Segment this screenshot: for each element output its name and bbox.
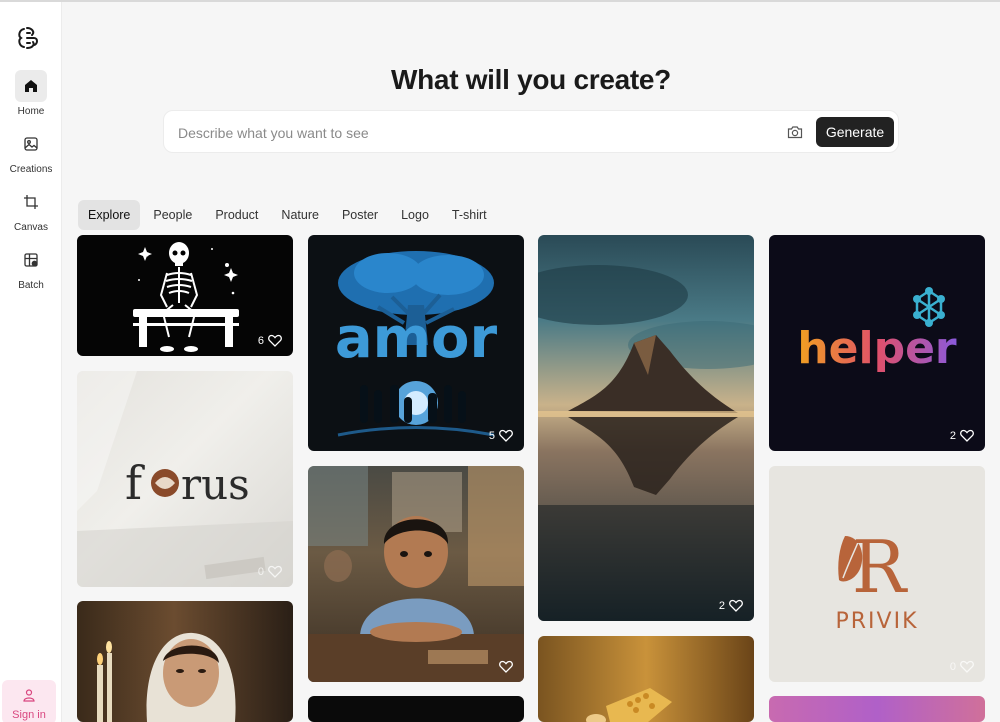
classroom-boy-image xyxy=(308,466,524,682)
home-icon xyxy=(15,70,47,102)
sign-in-button[interactable]: Sign in xyxy=(2,680,56,722)
sidebar-item-creations[interactable]: Creations xyxy=(0,128,62,182)
tab-poster[interactable]: Poster xyxy=(332,200,388,230)
gallery-card-forus[interactable]: f rus 0 xyxy=(77,371,293,587)
gallery-card-amor[interactable]: amor 5 xyxy=(308,235,524,451)
gallery-card-honey[interactable] xyxy=(538,636,754,722)
gallery-card-helper[interactable]: helper 2 xyxy=(769,235,985,451)
camera-icon[interactable] xyxy=(784,121,806,143)
sidebar-item-label: Home xyxy=(17,106,45,117)
category-tabs: Explore People Product Nature Poster Log… xyxy=(78,200,500,230)
tab-people[interactable]: People xyxy=(143,200,202,230)
sidebar-item-label: Canvas xyxy=(14,222,48,233)
gallery-card-pink[interactable] xyxy=(769,696,985,722)
tab-logo[interactable]: Logo xyxy=(391,200,439,230)
generate-button[interactable]: Generate xyxy=(816,117,894,147)
forus-logo-image: f rus xyxy=(77,371,293,587)
mountain-reflection-image xyxy=(538,265,754,621)
image-icon xyxy=(15,128,47,160)
heart-icon xyxy=(960,660,974,673)
heart-icon xyxy=(499,429,513,442)
grid-icon xyxy=(15,244,47,276)
crop-icon xyxy=(15,186,47,218)
like-counter[interactable]: 5 xyxy=(489,429,513,442)
like-counter[interactable]: 2 xyxy=(719,599,743,612)
page-title: What will you create? xyxy=(391,64,671,95)
sidebar-item-label: Batch xyxy=(18,280,44,291)
sidebar-item-batch[interactable]: Batch xyxy=(0,244,62,298)
amor-poster-image: amor xyxy=(335,251,498,437)
gallery-card-skeleton[interactable]: 6 xyxy=(77,235,293,356)
svg-text:PRIVIK: PRIVIK xyxy=(835,609,918,634)
heart-icon xyxy=(268,334,282,347)
window-top-border xyxy=(0,0,1000,2)
heart-icon xyxy=(960,429,974,442)
gallery-card-boy[interactable] xyxy=(308,466,524,682)
like-counter[interactable]: 6 xyxy=(258,334,282,347)
tab-tshirt[interactable]: T-shirt xyxy=(442,200,497,230)
sidebar-item-home[interactable]: Home xyxy=(0,70,62,124)
tab-explore[interactable]: Explore xyxy=(78,200,141,230)
sidebar: Home Creations Canvas Batch Sign in xyxy=(0,2,62,722)
brand-logo-icon[interactable] xyxy=(15,24,43,52)
honeycomb-image xyxy=(586,688,672,722)
like-counter[interactable] xyxy=(495,660,513,673)
like-counter[interactable]: 2 xyxy=(950,429,974,442)
gallery-card-mountain[interactable]: 2 xyxy=(538,235,754,621)
privik-logo-image: R PRIVIK xyxy=(835,525,918,634)
prompt-bar: Generate xyxy=(163,110,899,153)
svg-text:R: R xyxy=(852,525,908,609)
gallery-card-privik[interactable]: R PRIVIK 0 xyxy=(769,466,985,682)
like-counter[interactable]: 0 xyxy=(950,660,974,673)
svg-text:f: f xyxy=(125,456,145,510)
tab-product[interactable]: Product xyxy=(205,200,268,230)
heart-icon xyxy=(268,565,282,578)
heart-icon xyxy=(729,599,743,612)
portrait-image xyxy=(97,632,236,722)
sidebar-item-label: Creations xyxy=(9,164,53,175)
helper-logo-image: helper xyxy=(797,287,957,374)
gallery-card-portrait[interactable] xyxy=(77,601,293,722)
svg-text:rus: rus xyxy=(181,460,250,509)
sign-in-label: Sign in xyxy=(12,709,46,721)
gallery-card-dark[interactable] xyxy=(308,696,524,722)
svg-text:amor: amor xyxy=(335,306,498,371)
sidebar-item-canvas[interactable]: Canvas xyxy=(0,186,62,240)
tab-nature[interactable]: Nature xyxy=(271,200,329,230)
prompt-input[interactable] xyxy=(178,122,758,144)
svg-text:helper: helper xyxy=(797,323,957,374)
user-icon xyxy=(23,689,35,702)
like-counter[interactable]: 0 xyxy=(258,565,282,578)
heart-icon xyxy=(499,660,513,673)
